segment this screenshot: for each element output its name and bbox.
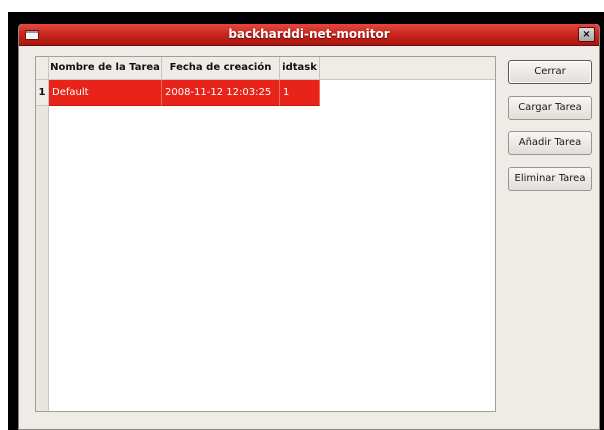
cerrar-button[interactable]: Cerrar — [508, 60, 592, 84]
app-window: backharddi-net-monitor × Nombre de la Ta… — [18, 24, 600, 430]
desktop: backharddi-net-monitor × Nombre de la Ta… — [0, 0, 604, 430]
row-number[interactable]: 1 — [36, 80, 49, 106]
close-window-icon[interactable]: × — [578, 27, 595, 42]
cargar-tarea-button[interactable]: Cargar Tarea — [508, 96, 592, 120]
column-header-fecha[interactable]: Fecha de creación — [162, 57, 280, 79]
title-bar[interactable]: backharddi-net-monitor × — [19, 24, 599, 46]
column-header-idtask[interactable]: idtask — [280, 57, 320, 79]
cell-idtask[interactable]: 1 — [280, 80, 320, 106]
table-header: Nombre de la Tarea Fecha de creación idt… — [36, 57, 495, 80]
tasks-table[interactable]: Nombre de la Tarea Fecha de creación idt… — [35, 56, 496, 412]
column-header-nombre[interactable]: Nombre de la Tarea — [49, 57, 162, 79]
table-corner-cell — [36, 57, 49, 80]
window-title: backharddi-net-monitor — [228, 27, 390, 41]
cell-fecha[interactable]: 2008-11-12 12:03:25 — [162, 80, 280, 106]
cell-nombre[interactable]: Default — [49, 80, 162, 106]
table-row[interactable]: 1 Default 2008-11-12 12:03:25 1 — [36, 80, 495, 106]
anadir-tarea-button[interactable]: Añadir Tarea — [508, 131, 592, 155]
eliminar-tarea-button[interactable]: Eliminar Tarea — [508, 167, 592, 191]
row-header-column — [36, 57, 49, 411]
